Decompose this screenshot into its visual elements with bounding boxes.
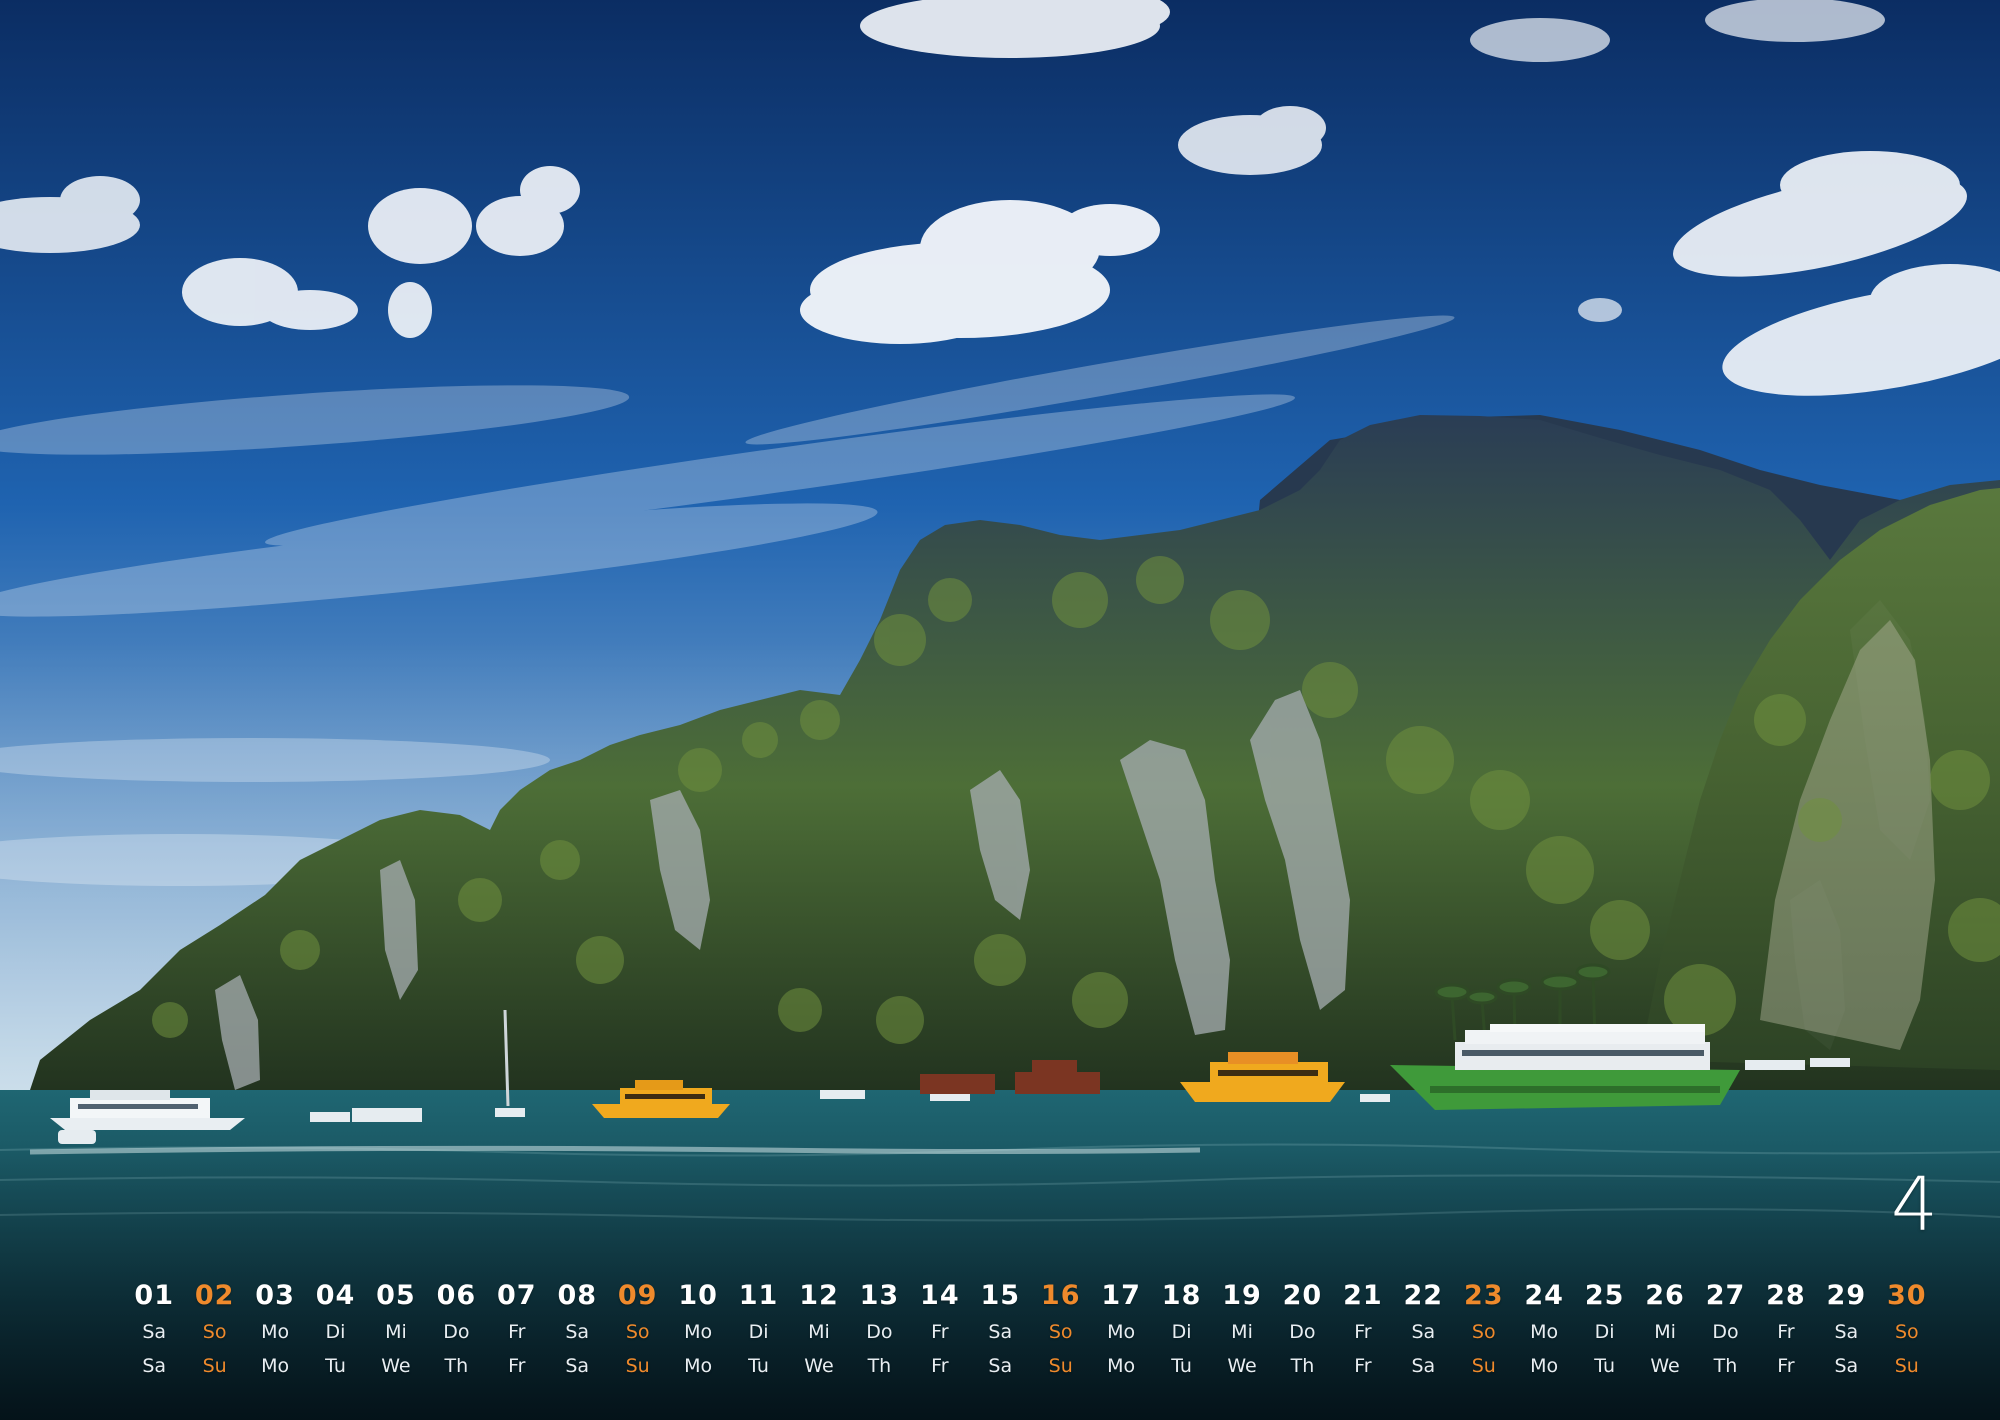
weekday-de: Mi <box>1654 1321 1676 1343</box>
weekday-en: Mo <box>1530 1355 1559 1377</box>
weekday-en: Sa <box>142 1355 167 1377</box>
weekday-de: Di <box>325 1321 346 1343</box>
calendar-date: 18 <box>1161 1279 1202 1311</box>
weekday-en: Mo <box>1107 1355 1136 1377</box>
weekday-en: Fr <box>931 1355 949 1377</box>
weekday-en: Mo <box>684 1355 713 1377</box>
weekday-de: Fr <box>1354 1321 1372 1343</box>
weekday-de: Mi <box>808 1321 830 1343</box>
weekday-de: Mo <box>261 1321 290 1343</box>
weekday-en: Sa <box>1411 1355 1436 1377</box>
weekday-de: Do <box>866 1321 893 1343</box>
weekday-en: Su <box>1894 1355 1919 1377</box>
weekday-de: Fr <box>1777 1321 1795 1343</box>
weekday-de: So <box>625 1321 650 1343</box>
calendar-date: 22 <box>1403 1279 1444 1311</box>
weekday-en: Tu <box>1594 1355 1615 1377</box>
calendar-date: 09 <box>617 1279 658 1311</box>
calendar-date: 25 <box>1584 1279 1625 1311</box>
calendar-date: 30 <box>1886 1279 1927 1311</box>
calendar-date: 19 <box>1222 1279 1262 1311</box>
calendar-date: 13 <box>859 1279 900 1311</box>
weekday-de: Fr <box>508 1321 526 1343</box>
calendar-date: 23 <box>1463 1279 1504 1311</box>
weekday-de: So <box>1048 1321 1073 1343</box>
calendar-date: 26 <box>1645 1279 1685 1311</box>
weekday-en: We <box>804 1355 834 1377</box>
weekday-de: So <box>1894 1321 1919 1343</box>
calendar-date: 08 <box>557 1279 598 1311</box>
weekday-en: Th <box>867 1355 892 1377</box>
weekday-de: Mi <box>385 1321 407 1343</box>
calendar-date: 06 <box>436 1279 477 1311</box>
weekday-en: We <box>1650 1355 1680 1377</box>
weekday-en: We <box>381 1355 411 1377</box>
month-number: 4 <box>1890 1162 1938 1248</box>
calendar-date: 29 <box>1826 1279 1867 1311</box>
weekday-de: Di <box>1171 1321 1192 1343</box>
calendar-date: 11 <box>738 1279 779 1311</box>
weekday-de: Mo <box>684 1321 713 1343</box>
weekday-de: Sa <box>1411 1321 1436 1343</box>
weekday-en: We <box>1227 1355 1257 1377</box>
weekday-en: Su <box>1471 1355 1496 1377</box>
weekday-en: Sa <box>1834 1355 1859 1377</box>
weekday-de: So <box>1471 1321 1496 1343</box>
weekday-en: Fr <box>1777 1355 1795 1377</box>
weekday-de: So <box>202 1321 227 1343</box>
weekday-de: Mo <box>1530 1321 1559 1343</box>
weekday-en: Th <box>444 1355 469 1377</box>
calendar-date: 14 <box>920 1279 960 1311</box>
weekday-en: Su <box>1048 1355 1073 1377</box>
weekday-de: Sa <box>988 1321 1013 1343</box>
calendar-date: 20 <box>1282 1279 1323 1311</box>
weekday-en: Sa <box>988 1355 1013 1377</box>
calendar-date: 16 <box>1040 1279 1081 1311</box>
weekday-en: Tu <box>325 1355 346 1377</box>
calendar-date: 03 <box>255 1279 295 1311</box>
weekday-en: Su <box>625 1355 650 1377</box>
weekday-de: Sa <box>565 1321 590 1343</box>
weekday-en: Th <box>1290 1355 1315 1377</box>
calendar-date: 10 <box>678 1279 718 1311</box>
calendar-date: 07 <box>497 1279 537 1311</box>
calendar-date: 12 <box>799 1279 839 1311</box>
calendar-date: 15 <box>980 1279 1021 1311</box>
weekday-en: Su <box>202 1355 227 1377</box>
weekday-de: Di <box>1594 1321 1615 1343</box>
weekday-de: Mi <box>1231 1321 1253 1343</box>
weekday-de: Do <box>443 1321 470 1343</box>
calendar-page: 4 01 02 03 04 05 06 07 08 09 10 11 12 13 14 15 16 17 18 19… <box>0 0 2000 1420</box>
calendar-date: 04 <box>315 1279 356 1311</box>
weekday-de: Di <box>748 1321 769 1343</box>
calendar-date: 05 <box>376 1279 416 1311</box>
calendar-date: 17 <box>1101 1279 1141 1311</box>
weekday-en: Mo <box>261 1355 290 1377</box>
weekday-de: Sa <box>1834 1321 1859 1343</box>
weekday-en: Sa <box>565 1355 590 1377</box>
weekday-en: Tu <box>748 1355 769 1377</box>
weekday-de: Mo <box>1107 1321 1136 1343</box>
calendar-date: 02 <box>194 1279 235 1311</box>
calendar-date: 24 <box>1524 1279 1564 1311</box>
calendar-date: 28 <box>1766 1279 1806 1311</box>
weekday-de: Do <box>1289 1321 1316 1343</box>
weekday-en: Th <box>1713 1355 1738 1377</box>
calendar-date: 21 <box>1343 1279 1383 1311</box>
weekday-de: Do <box>1712 1321 1739 1343</box>
calendar-date: 27 <box>1705 1279 1746 1311</box>
weekday-en: Tu <box>1171 1355 1192 1377</box>
calendar-grid: 01 02 03 04 05 06 07 08 09 10 11 12 13 14 15 16 17 18 19 20… <box>124 1275 1937 1383</box>
weekday-en: Fr <box>1354 1355 1372 1377</box>
landscape-photo <box>0 0 2000 1420</box>
weekday-de: Fr <box>931 1321 949 1343</box>
calendar-date: 01 <box>134 1279 174 1311</box>
weekday-en: Fr <box>508 1355 526 1377</box>
weekday-de: Sa <box>142 1321 167 1343</box>
